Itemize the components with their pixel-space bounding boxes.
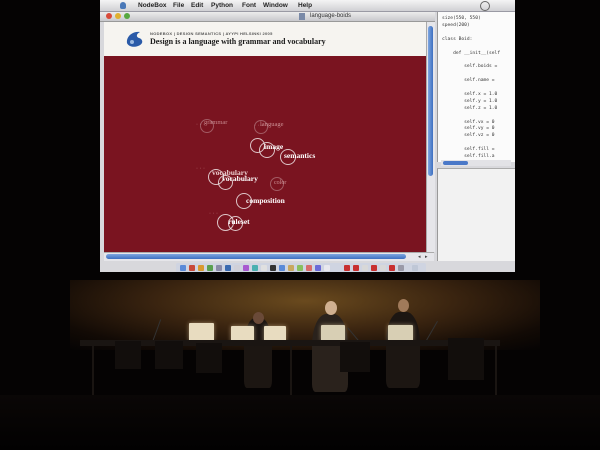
word-color: color — [274, 180, 287, 186]
boids-canvas[interactable]: · · · · · · · · · · · · grammar language… — [104, 56, 426, 252]
apple-menu-icon[interactable] — [120, 2, 126, 9]
dock-app-icon[interactable] — [234, 265, 240, 271]
close-button[interactable] — [106, 13, 112, 19]
dock-app-icon[interactable] — [371, 265, 377, 271]
laptop — [388, 325, 413, 341]
word-ruleset: ruleset — [228, 217, 250, 226]
performer-head — [398, 299, 409, 312]
code-line: self.vy = 0 — [442, 126, 495, 132]
performer — [386, 312, 420, 388]
laptop — [189, 323, 214, 341]
output-pane[interactable] — [437, 168, 515, 261]
code-line: def __init__(self — [442, 50, 501, 56]
minimize-button[interactable] — [115, 13, 121, 19]
vertical-scrollbar[interactable] — [426, 22, 435, 252]
word-vocabulary: vocabulary — [222, 174, 258, 183]
dock-app-icon[interactable] — [398, 265, 404, 271]
code-line: self.vx = 0 — [442, 119, 495, 125]
word-semantics: semantics — [284, 151, 316, 160]
menu-help[interactable]: Help — [298, 2, 312, 9]
menu-edit[interactable]: Edit — [191, 2, 203, 9]
scroll-right-icon[interactable]: ▸ — [425, 254, 428, 260]
dock-app-icon[interactable] — [216, 265, 222, 271]
dock-app-icon[interactable] — [362, 265, 368, 271]
window-title: language-boids — [310, 13, 352, 19]
performer-head — [325, 301, 337, 315]
dock-app-icon[interactable] — [389, 265, 395, 271]
code-horizontal-scrollbar[interactable] — [441, 160, 511, 166]
code-line: self.name = — [442, 78, 495, 84]
word-composition: composition — [246, 196, 285, 205]
code-scroll-thumb[interactable] — [443, 161, 468, 165]
laptop — [321, 325, 345, 341]
code-line: self.vz = 0 — [442, 133, 495, 139]
dock-app-icon[interactable] — [353, 265, 359, 271]
music-stand — [340, 342, 370, 372]
menu-bar: NodeBox File Edit Python Font Window Hel… — [100, 0, 515, 12]
dock-app-icon[interactable] — [198, 265, 204, 271]
word-grammar: grammar — [204, 119, 228, 126]
menu-window[interactable]: Window — [263, 2, 288, 9]
code-line: self.boids = — [442, 64, 498, 70]
dock-app-icon[interactable] — [344, 265, 350, 271]
table-leg — [495, 346, 497, 396]
projected-screen: NodeBox File Edit Python Font Window Hel… — [100, 0, 515, 272]
trash-icon[interactable] — [412, 265, 418, 271]
table-leg — [290, 346, 292, 396]
menu-python[interactable]: Python — [211, 2, 233, 9]
dock-app-icon[interactable] — [225, 265, 231, 271]
scroll-left-icon[interactable]: ◂ — [418, 254, 421, 260]
nodebox-logo-icon — [126, 31, 143, 47]
zoom-button[interactable] — [124, 13, 130, 19]
dock-app-icon[interactable] — [243, 265, 249, 271]
word-language: language — [260, 121, 284, 128]
code-line: self.x = 1.0 — [442, 91, 498, 97]
code-line: class Boid: — [442, 36, 473, 42]
clock-icon[interactable] — [480, 1, 490, 11]
code-line: self.z = 1.0 — [442, 105, 498, 111]
dock — [176, 263, 426, 272]
code-line: self.fill = — [442, 147, 495, 153]
dock-app-icon[interactable] — [207, 265, 213, 271]
dock-app-icon[interactable] — [380, 265, 386, 271]
music-stand — [115, 341, 141, 369]
document-icon — [299, 13, 305, 20]
dock-app-icon[interactable] — [324, 265, 330, 271]
dock-app-icon[interactable] — [315, 265, 321, 271]
dock-app-icon[interactable] — [288, 265, 294, 271]
dock-app-icon[interactable] — [306, 265, 312, 271]
app-menu[interactable]: NodeBox — [138, 2, 167, 9]
performer-head — [253, 312, 264, 324]
code-line: self.fill.a — [442, 154, 495, 159]
audience-area — [0, 395, 600, 450]
horizontal-scrollbar[interactable]: ◂ ▸ — [104, 252, 434, 261]
ghost-trail: · · · — [196, 166, 205, 172]
menu-file[interactable]: File — [173, 2, 184, 9]
dock-app-icon[interactable] — [261, 265, 267, 271]
word-image: image — [264, 142, 284, 151]
table-leg — [92, 346, 94, 396]
dock-app-icon[interactable] — [189, 265, 195, 271]
window-titlebar[interactable]: language-boids — [100, 12, 435, 22]
code-line: self.y = 1.0 — [442, 98, 498, 104]
menu-font[interactable]: Font — [242, 2, 256, 9]
music-stand — [448, 338, 484, 380]
horizontal-scroll-thumb[interactable] — [106, 254, 406, 259]
code-line: speed(200) — [442, 22, 470, 28]
slide-kicker: NODEBOX | DESIGN SEMANTICS | AYYPI HELSI… — [150, 31, 273, 36]
dock-app-icon[interactable] — [279, 265, 285, 271]
dock-app-icon[interactable] — [252, 265, 258, 271]
slide-title: Design is a language with grammar and vo… — [150, 37, 326, 46]
vertical-scroll-thumb[interactable] — [428, 26, 433, 176]
music-stand — [196, 343, 222, 373]
dock-app-icon[interactable] — [270, 265, 276, 271]
slide-header: NODEBOX | DESIGN SEMANTICS | AYYPI HELSI… — [104, 22, 430, 56]
music-stand — [155, 341, 183, 369]
code-line: size(550, 550) — [442, 16, 481, 21]
dock-app-icon[interactable] — [297, 265, 303, 271]
ghost-trail: · · · — [209, 211, 218, 217]
code-editor[interactable]: size(550, 550) speed(200) class Boid: def … — [437, 12, 515, 162]
finder-icon[interactable] — [180, 265, 186, 271]
